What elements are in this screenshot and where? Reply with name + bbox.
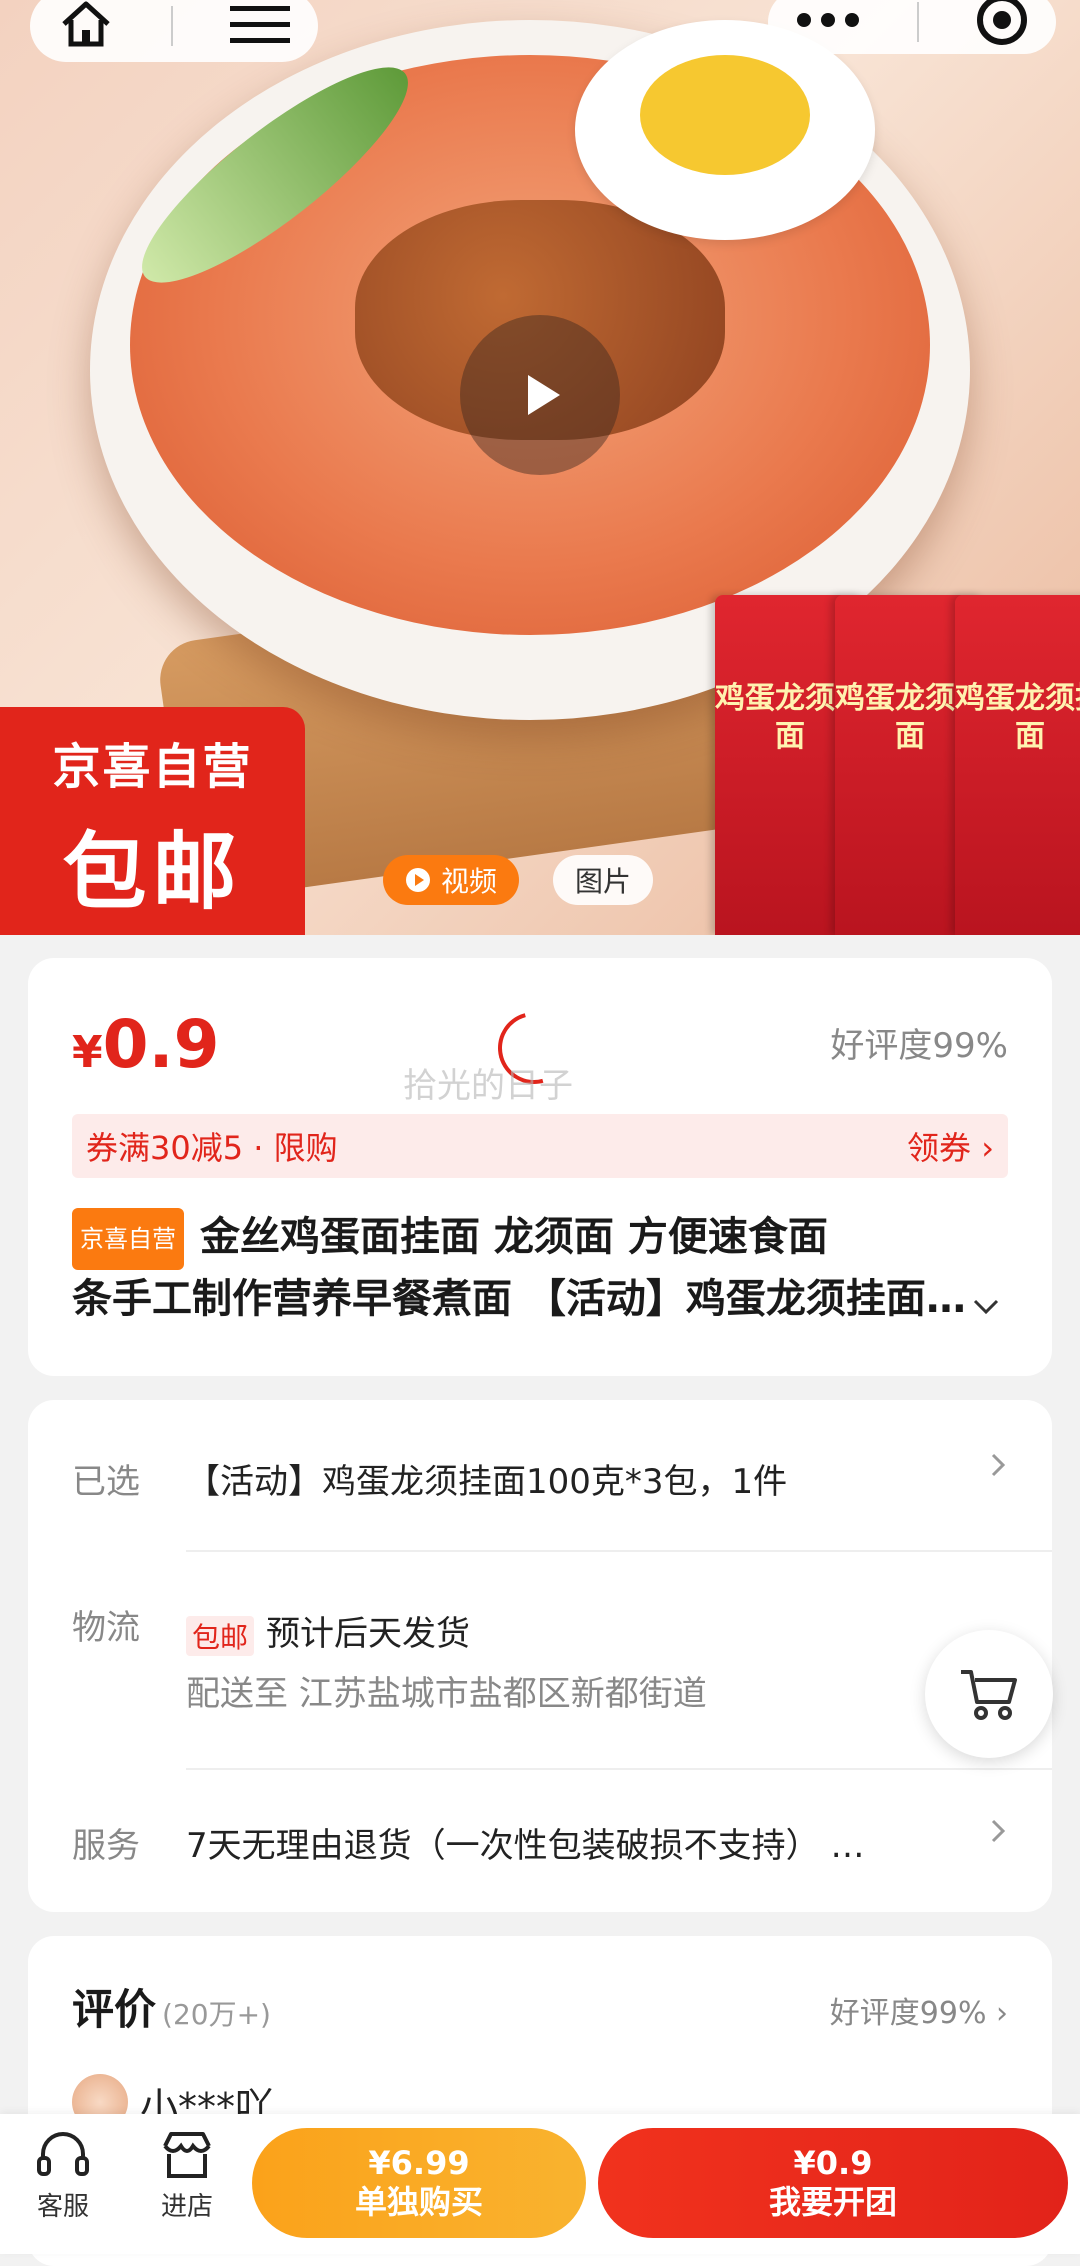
selected-label: 已选 (72, 1462, 140, 1502)
chevron-right-icon: › (981, 1129, 994, 1167)
rating-text: 好评度99% (830, 1026, 1008, 1066)
chevron-right-icon (990, 1818, 1006, 1848)
egg-yolk (640, 55, 810, 175)
price: ¥0.9 (72, 1006, 220, 1083)
bottom-action-bar: 客服 进店 ¥6.99 单独购买 ¥0.9 我要开团 (0, 2114, 1080, 2254)
watermark: 拾光的日子 (403, 1066, 573, 1106)
price-card: ¥0.9 拾光的日子 好评度99% 券满30减5 · 限购 领券 › 京喜自营金… (28, 958, 1052, 1376)
store-button[interactable]: 进店 (132, 2130, 242, 2223)
store-icon (163, 2132, 211, 2178)
service-value: 7天无理由退货（一次性包装破损不支持） … (186, 1826, 865, 1866)
expand-title-button[interactable] (972, 1298, 1000, 1320)
package: 鸡蛋龙须挂面 (955, 595, 1080, 935)
cart-icon (961, 1670, 1017, 1720)
logistics-label: 物流 (72, 1608, 140, 1648)
product-image-carousel[interactable]: 鸡蛋龙须挂面 鸡蛋龙须挂面 鸡蛋龙须挂面 京喜自营 包邮 视频 (0, 0, 1080, 935)
ship-time: 预计后天发货 (266, 1614, 471, 1654)
chevron-down-icon (973, 1299, 999, 1315)
currency-symbol: ¥ (72, 1027, 103, 1078)
tab-image[interactable]: 图片 (553, 855, 654, 905)
play-icon (528, 375, 560, 415)
service-button-label: 客服 (36, 2192, 89, 2222)
divider (916, 2, 919, 42)
store-button-label: 进店 (160, 2192, 213, 2222)
shipping-info: 包邮 预计后天发货 (186, 1606, 470, 1656)
tab-image-label: 图片 (575, 865, 632, 898)
promo-badge: 京喜自营 包邮 (0, 707, 305, 935)
headset-icon (37, 2132, 89, 2176)
service-row[interactable]: 服务 7天无理由退货（一次性包装破损不支持） … (28, 1770, 1052, 1912)
chevron-right-icon (990, 1452, 1006, 1482)
more-icon[interactable] (796, 10, 860, 34)
buy-alone-label: 单独购买 (354, 2183, 483, 2221)
delivery-address: 配送至 江苏盐城市盐都区新都街道 (186, 1674, 707, 1714)
promo-line2: 包邮 (62, 823, 243, 921)
service-label: 服务 (72, 1826, 140, 1866)
self-operated-tag: 京喜自营 (72, 1208, 184, 1270)
selected-row[interactable]: 已选 【活动】鸡蛋龙须挂面100克*3包，1件 (28, 1400, 1052, 1550)
media-tabs: 视频 图片 (383, 855, 654, 905)
product-title: 京喜自营 金丝鸡蛋面挂面 龙须面 方便速食面 条手工制作营养早餐煮面 【活动】鸡蛋… (72, 1208, 992, 1328)
logistics-row[interactable]: 物流 包邮 预计后天发货 配送至 江苏盐城市盐都区新都街道 (28, 1552, 1052, 1768)
review-count: (20万+) (162, 1998, 271, 2031)
tab-video[interactable]: 视频 (383, 855, 520, 905)
title-line2: 条手工制作营养早餐煮面 【活动】鸡蛋龙须挂面100克*3包 (72, 1276, 972, 1322)
home-icon[interactable] (58, 0, 114, 54)
chevron-right-icon: › (996, 1996, 1008, 2031)
promo-line1: 京喜自营 (52, 739, 253, 795)
coupon-banner[interactable]: 券满30减5 · 限购 领券 › (72, 1114, 1008, 1178)
reviews-heading: 评价 (20万+) (72, 1985, 271, 2034)
close-miniprogram-icon[interactable] (976, 0, 1028, 50)
tab-video-label: 视频 (441, 865, 498, 898)
buy-alone-button[interactable]: ¥6.99 单独购买 (252, 2128, 586, 2238)
menu-icon[interactable] (229, 2, 290, 50)
nav-capsule-right (768, 0, 1056, 54)
play-video-button[interactable] (460, 315, 620, 475)
coupon-text: 券满30减5 · 限购 (86, 1129, 338, 1167)
customer-service-button[interactable]: 客服 (8, 2130, 118, 2223)
play-circle-icon (406, 868, 430, 892)
start-group-button[interactable]: ¥0.9 我要开团 (598, 2128, 1068, 2238)
buy-alone-price: ¥6.99 (368, 2144, 470, 2182)
divider (170, 6, 173, 46)
noodle-packages: 鸡蛋龙须挂面 鸡蛋龙须挂面 鸡蛋龙须挂面 (715, 595, 1080, 935)
free-shipping-tag: 包邮 (186, 1615, 255, 1656)
group-price: ¥0.9 (793, 2144, 873, 2182)
claim-coupon-button[interactable]: 领券 › (907, 1123, 994, 1169)
nav-capsule-left (30, 0, 318, 62)
price-value: 0.9 (102, 1006, 220, 1083)
group-label: 我要开团 (768, 2183, 897, 2221)
title-line1: 金丝鸡蛋面挂面 龙须面 方便速食面 (200, 1214, 828, 1260)
floating-cart-button[interactable] (925, 1630, 1053, 1758)
options-card: 已选 【活动】鸡蛋龙须挂面100克*3包，1件 物流 包邮 预计后天发货 配送至 … (28, 1400, 1052, 1912)
reviews-rating[interactable]: 好评度99% › (830, 1988, 1008, 2032)
selected-value: 【活动】鸡蛋龙须挂面100克*3包，1件 (186, 1462, 788, 1502)
